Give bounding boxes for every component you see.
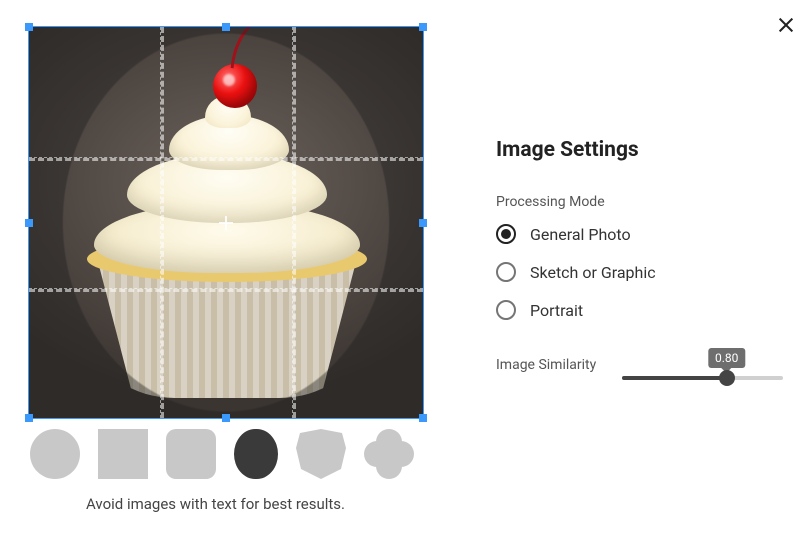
resize-handle-bottom[interactable]	[222, 414, 230, 422]
resize-handle-top-right[interactable]	[419, 23, 427, 31]
radio-label: Sketch or Graphic	[530, 263, 656, 282]
radio-portrait[interactable]: Portrait	[496, 300, 783, 320]
radio-general-photo[interactable]: General Photo	[496, 224, 783, 244]
settings-title: Image Settings	[496, 138, 783, 162]
grid-line	[160, 27, 164, 418]
radio-label: Portrait	[530, 301, 583, 320]
crosshair-icon	[219, 216, 233, 230]
radio-icon	[496, 300, 516, 320]
resize-handle-right[interactable]	[419, 219, 427, 227]
radio-sketch-graphic[interactable]: Sketch or Graphic	[496, 262, 783, 282]
crop-image-preview	[29, 27, 423, 418]
grid-line	[292, 27, 296, 418]
close-button[interactable]	[775, 14, 797, 36]
resize-handle-top-left[interactable]	[25, 23, 33, 31]
crop-area[interactable]	[28, 26, 424, 419]
resize-handle-left[interactable]	[25, 219, 33, 227]
slider-thumb[interactable]	[719, 370, 735, 386]
slider-fill	[622, 376, 726, 380]
shape-option-shield[interactable]	[296, 429, 346, 479]
right-column: Image Settings Processing Mode General P…	[448, 26, 783, 513]
radio-label: General Photo	[530, 225, 631, 244]
resize-handle-bottom-left[interactable]	[25, 414, 33, 422]
shape-option-clover[interactable]	[364, 429, 414, 479]
processing-mode-group: General Photo Sketch or Graphic Portrait	[496, 224, 783, 320]
shape-picker	[28, 429, 448, 479]
similarity-slider[interactable]: 0.80	[622, 350, 783, 380]
shape-option-capsule[interactable]	[234, 429, 278, 479]
slider-tooltip: 0.80	[708, 348, 745, 368]
shape-option-square[interactable]	[98, 429, 148, 479]
similarity-field: Image Similarity 0.80	[496, 350, 783, 380]
slider-track	[622, 376, 783, 380]
hint-text: Avoid images with text for best results.	[28, 495, 448, 513]
similarity-label: Image Similarity	[496, 357, 596, 373]
radio-icon	[496, 224, 516, 244]
resize-handle-top[interactable]	[222, 23, 230, 31]
resize-handle-bottom-right[interactable]	[419, 414, 427, 422]
shape-option-rounded-square[interactable]	[166, 429, 216, 479]
left-column: Avoid images with text for best results.	[28, 26, 448, 513]
grid-line	[29, 157, 423, 161]
shape-option-circle[interactable]	[30, 429, 80, 479]
processing-mode-label: Processing Mode	[496, 194, 783, 210]
dialog-content: Avoid images with text for best results.…	[0, 0, 811, 533]
radio-icon	[496, 262, 516, 282]
grid-line	[29, 288, 423, 292]
